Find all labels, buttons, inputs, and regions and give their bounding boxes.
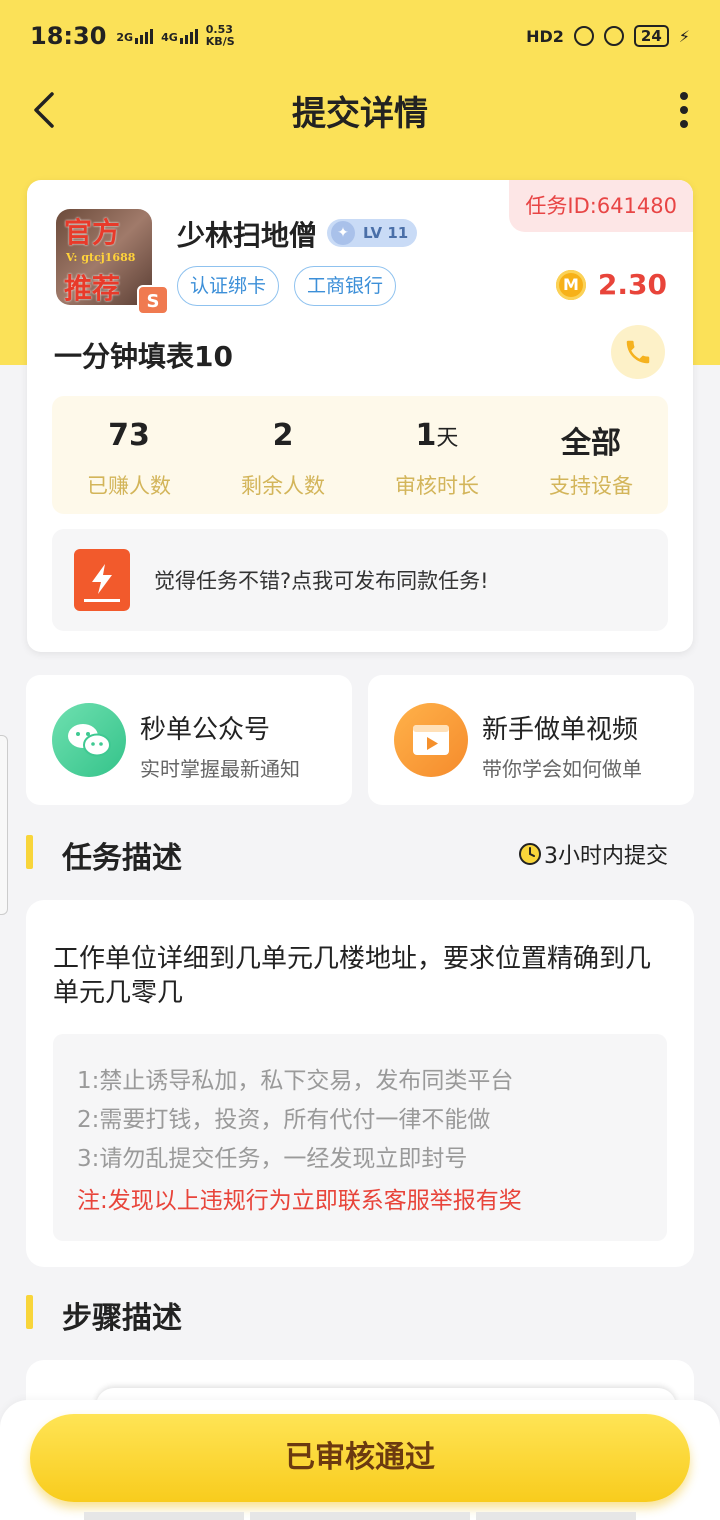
section-accent: [26, 1295, 33, 1329]
hd-voice-icon: HD2: [526, 26, 564, 46]
tag-verified-card: 认证绑卡: [177, 266, 280, 306]
more-button[interactable]: [678, 92, 690, 128]
lightning-icon: [74, 549, 130, 611]
battery-icon: 24: [633, 25, 669, 47]
vip-badge-icon: S: [137, 285, 169, 315]
phone-icon: [626, 340, 650, 364]
reward-amount: 2.30: [597, 268, 667, 301]
signal-bars-icon: [179, 28, 198, 44]
publish-similar-banner[interactable]: 觉得任务不错?点我可发布同款任务!: [52, 529, 668, 631]
alarm-icon: [603, 26, 624, 46]
tutorial-video-subtitle: 带你学会如何做单: [482, 757, 642, 781]
deadline: 3小时内提交: [518, 838, 668, 870]
stat-review-time: 1天 审核时长: [395, 418, 479, 498]
status-icons: HD2 24 ⚡: [526, 25, 690, 47]
back-button[interactable]: [28, 90, 68, 130]
edge-handle[interactable]: [0, 735, 8, 915]
level-badge: ✦ LV 11: [327, 219, 417, 247]
official-account-title: 秒单公众号: [140, 715, 271, 745]
status-time: 18:30: [30, 22, 107, 50]
lock-rotation-icon: [573, 26, 594, 46]
reward: M 2.30: [555, 268, 667, 301]
task-id: 任务ID:641480: [509, 180, 693, 232]
wechat-icon: [52, 703, 126, 777]
tutorial-video-title: 新手做单视频: [482, 715, 639, 745]
signal-4g: 4G: [161, 28, 198, 44]
official-account-subtitle: 实时掌握最新通知: [140, 757, 300, 781]
task-description-header: 任务描述 3小时内提交: [26, 833, 694, 876]
task-card: 任务ID:641480 官方 V: gtcj1688 推荐 S 少林扫地僧 ✦ …: [27, 180, 693, 652]
coin-icon: M: [555, 269, 586, 300]
tag-bank: 工商银行: [294, 266, 397, 306]
section-accent: [26, 835, 33, 869]
chevron-left-icon: [34, 92, 54, 128]
avatar-text-bottom: 推荐: [64, 272, 121, 305]
approved-button[interactable]: 已审核通过: [30, 1414, 690, 1502]
more-dots-icon: [680, 92, 688, 100]
nav-indicator: [250, 1512, 470, 1520]
video-icon: [394, 703, 468, 777]
signal-bars-icon: [135, 28, 154, 44]
status-bar: 18:30 2G 4G 0.53 KB/S HD2 24 ⚡: [0, 0, 720, 72]
steps-header: 步骤描述: [26, 1293, 694, 1336]
page-title: 提交详情: [292, 93, 428, 134]
nav-indicator: [476, 1512, 636, 1520]
stat-remaining: 2 剩余人数: [241, 418, 325, 498]
section-title: 步骤描述: [62, 1301, 182, 1336]
bottom-action-bar: 已审核通过: [0, 1400, 720, 1520]
task-description-text: 工作单位详细到几单元几楼地址，要求位置精确到几单元几零几: [53, 944, 652, 1008]
rule-item: 3:请勿乱提交任务，一经发现立即封号: [77, 1146, 468, 1172]
rules-box: 1:禁止诱导私加，私下交易，发布同类平台 2:需要打钱，投资，所有代付一律不能做…: [53, 1034, 667, 1241]
rule-item: 2:需要打钱，投资，所有代付一律不能做: [77, 1107, 491, 1133]
task-description-card: 工作单位详细到几单元几楼地址，要求位置精确到几单元几零几 1:禁止诱导私加，私下…: [26, 900, 694, 1267]
task-stats: 73 已赚人数 2 剩余人数 1天 审核时长 全部 支持设备: [52, 396, 668, 514]
stat-earned: 73 已赚人数: [87, 418, 171, 498]
rule-item: 1:禁止诱导私加，私下交易，发布同类平台: [77, 1068, 514, 1094]
medal-icon: ✦: [331, 221, 355, 245]
publish-text: 觉得任务不错?点我可发布同款任务!: [154, 569, 489, 593]
avatar-text-top: 官方: [64, 216, 121, 249]
clock-icon: [519, 843, 541, 865]
official-account-card[interactable]: 秒单公众号 实时掌握最新通知: [26, 675, 352, 805]
nav-indicator: [84, 1512, 244, 1520]
publisher-name: 少林扫地僧: [177, 219, 318, 252]
tutorial-video-card[interactable]: 新手做单视频 带你学会如何做单: [368, 675, 694, 805]
signal-2g: 2G: [116, 28, 154, 44]
task-title: 一分钟填表10: [54, 340, 233, 373]
report-note: 注:发现以上违规行为立即联系客服举报有奖: [77, 1188, 522, 1214]
contact-button[interactable]: [611, 325, 665, 379]
avatar-watermark: V: gtcj1688: [66, 251, 136, 264]
network-speed: 0.53 KB/S: [205, 23, 235, 48]
section-title: 任务描述: [62, 841, 182, 876]
stat-devices: 全部 支持设备: [549, 426, 633, 498]
title-bar: 提交详情: [0, 72, 720, 148]
charging-icon: ⚡: [678, 26, 690, 46]
